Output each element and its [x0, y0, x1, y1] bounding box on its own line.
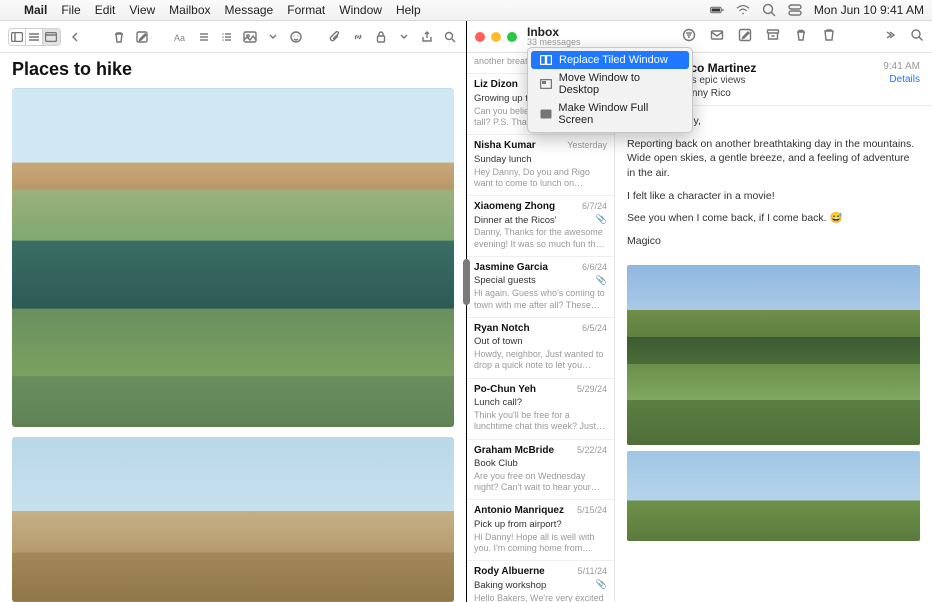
link-button[interactable]	[350, 27, 367, 47]
menu-help[interactable]: Help	[396, 3, 421, 17]
junk-icon[interactable]	[822, 28, 836, 45]
compose-body[interactable]	[0, 88, 466, 602]
menu-file[interactable]: File	[61, 3, 80, 17]
reader-image-2[interactable]	[627, 451, 920, 541]
menu-view[interactable]: View	[129, 3, 155, 17]
reader-paragraph: Magico	[627, 234, 920, 249]
fullscreen-window-button[interactable]	[507, 32, 517, 42]
reader-subject: Today's epic views	[663, 75, 875, 86]
attached-image-2[interactable]	[12, 437, 454, 602]
read-icon[interactable]	[710, 28, 724, 45]
message-list-item[interactable]: Ryan Notch6/5/24Out of townHowdy, neighb…	[467, 318, 614, 379]
dropdown-icon-2[interactable]	[395, 27, 412, 47]
list-indent-button[interactable]	[196, 27, 213, 47]
message-list-item[interactable]: Xiaomeng Zhong6/7/24Dinner at the Ricos'…	[467, 196, 614, 257]
message-list-item[interactable]: Rody Albuerne5/11/24Baking workshopHello…	[467, 561, 614, 602]
minimize-window-button[interactable]	[491, 32, 501, 42]
menu-mailbox[interactable]: Mailbox	[169, 3, 210, 17]
font-button[interactable]: Aa	[173, 27, 190, 47]
left-pane: Aa Places to hike	[0, 21, 466, 602]
message-list-item[interactable]: Nisha KumarYesterdaySunday lunchHey Dann…	[467, 135, 614, 196]
menu-format[interactable]: Format	[287, 3, 325, 17]
move-desktop-icon	[539, 79, 553, 89]
attachment-icon: 📎	[596, 579, 607, 590]
lock-button[interactable]	[372, 27, 389, 47]
back-button[interactable]	[67, 27, 84, 47]
mailbox-subtitle: 33 messages	[527, 38, 581, 47]
message-reader: Magico Martinez Today's epic views To: D…	[615, 53, 932, 602]
menu-make-fullscreen[interactable]: Make Window Full Screen	[531, 99, 689, 129]
search-button[interactable]	[441, 27, 458, 47]
emoji-button[interactable]	[288, 27, 305, 47]
system-menubar: Mail File Edit View Mailbox Message Form…	[0, 0, 932, 21]
right-pane: Inbox 33 messages Replace Tiled Window	[467, 21, 932, 602]
reader-image-1[interactable]	[627, 265, 920, 445]
menu-move-to-desktop[interactable]: Move Window to Desktop	[531, 69, 689, 99]
app-menu[interactable]: Mail	[24, 3, 47, 17]
spotlight-icon[interactable]	[762, 3, 776, 17]
window-tiling-menu: Replace Tiled Window Move Window to Desk…	[527, 47, 693, 133]
message-list-item[interactable]: Po-Chun Yeh5/29/24Lunch call?Think you'l…	[467, 379, 614, 440]
battery-icon[interactable]	[710, 3, 724, 17]
attachment-icon: 📎	[596, 275, 607, 286]
fullscreen-icon	[539, 109, 552, 119]
compose-icon[interactable]	[738, 28, 752, 45]
message-list-item[interactable]: Graham McBride5/22/24Book ClubAre you fr…	[467, 440, 614, 501]
menu-item-label: Make Window Full Screen	[558, 102, 681, 126]
reader-to: To: Danny Rico	[663, 88, 875, 99]
format-button[interactable]	[219, 27, 236, 47]
document-title: Places to hike	[0, 53, 466, 88]
menu-item-label: Replace Tiled Window	[559, 54, 668, 66]
delete-button[interactable]	[111, 27, 128, 47]
message-list-item[interactable]: Jasmine Garcia6/6/24Special guestsHi aga…	[467, 257, 614, 318]
reader-from: Magico Martinez	[663, 61, 875, 75]
compose-button[interactable]	[134, 27, 151, 47]
trash-icon[interactable]	[794, 28, 808, 45]
attached-image-1[interactable]	[12, 88, 454, 427]
replace-tile-icon	[539, 55, 553, 65]
mailbox-header: Inbox 33 messages Replace Tiled Window	[467, 21, 932, 53]
attachment-icon: 📎	[596, 214, 607, 225]
more-icon[interactable]	[882, 28, 896, 45]
details-link[interactable]: Details	[883, 74, 920, 85]
dropdown-icon[interactable]	[265, 27, 282, 47]
filter-icon[interactable]	[682, 28, 696, 45]
share-button[interactable]	[418, 27, 435, 47]
menu-replace-tiled-window[interactable]: Replace Tiled Window	[531, 51, 689, 69]
message-list-item[interactable]: Antonio Manriquez5/15/24Pick up from air…	[467, 500, 614, 561]
photo-button[interactable]	[242, 27, 259, 47]
search-icon[interactable]	[910, 28, 924, 45]
menubar-clock[interactable]: Mon Jun 10 9:41 AM	[814, 3, 924, 17]
svg-text:Aa: Aa	[174, 33, 185, 43]
reader-paragraph: Reporting back on another breathtaking d…	[627, 137, 920, 181]
menu-item-label: Move Window to Desktop	[559, 72, 681, 96]
wifi-icon[interactable]	[736, 3, 750, 17]
sidebar-toggle[interactable]	[8, 28, 61, 46]
close-window-button[interactable]	[475, 32, 485, 42]
control-center-icon[interactable]	[788, 3, 802, 17]
compose-toolbar: Aa	[0, 21, 466, 53]
reader-time: 9:41 AM	[883, 61, 920, 72]
reader-paragraph: I felt like a character in a movie!	[627, 189, 920, 204]
menu-window[interactable]: Window	[339, 3, 382, 17]
message-list[interactable]: another breathtaking day in the m...Liz …	[467, 53, 615, 602]
reader-paragraph: See you when I come back, if I come back…	[627, 211, 920, 226]
menu-message[interactable]: Message	[225, 3, 274, 17]
attach-button[interactable]	[327, 27, 344, 47]
menu-edit[interactable]: Edit	[95, 3, 116, 17]
archive-icon[interactable]	[766, 28, 780, 45]
